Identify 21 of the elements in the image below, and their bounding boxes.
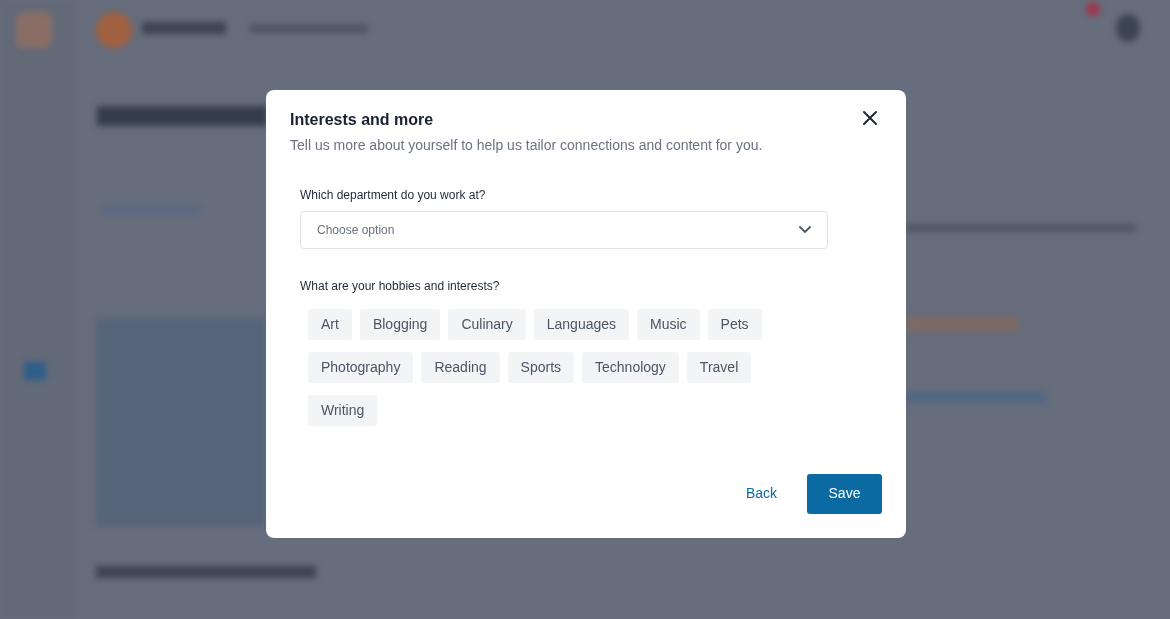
interest-chip[interactable]: Sports — [507, 352, 575, 383]
field-label: What are your hobbies and interests? — [300, 278, 501, 295]
interest-chip[interactable]: Reading — [421, 352, 500, 383]
interest-chip[interactable]: Writing — [308, 395, 378, 426]
chevron-down-icon — [799, 226, 811, 234]
interest-chip[interactable]: Travel — [686, 352, 752, 383]
interest-chip[interactable]: Technology — [582, 352, 679, 383]
dialog-title: Interests and more — [290, 110, 434, 130]
interest-chip[interactable]: Culinary — [448, 309, 526, 340]
close-icon[interactable] — [862, 110, 878, 126]
interest-chip[interactable]: Art — [308, 309, 352, 340]
department-dropdown[interactable]: Choose option — [300, 211, 828, 249]
interest-chip[interactable]: Blogging — [359, 309, 441, 340]
dialog-subtitle: Tell us more about yourself to help us tailor connections and content for you. — [290, 136, 764, 154]
back-button[interactable]: Back — [729, 473, 793, 514]
interest-chip[interactable]: Pets — [707, 309, 762, 340]
field-label: Which department do you work at? — [300, 187, 487, 204]
save-button[interactable]: Save — [807, 473, 882, 514]
interest-chip[interactable]: Music — [637, 309, 700, 340]
interest-chip[interactable]: Photography — [308, 352, 414, 383]
interest-chip[interactable]: Languages — [533, 309, 630, 340]
